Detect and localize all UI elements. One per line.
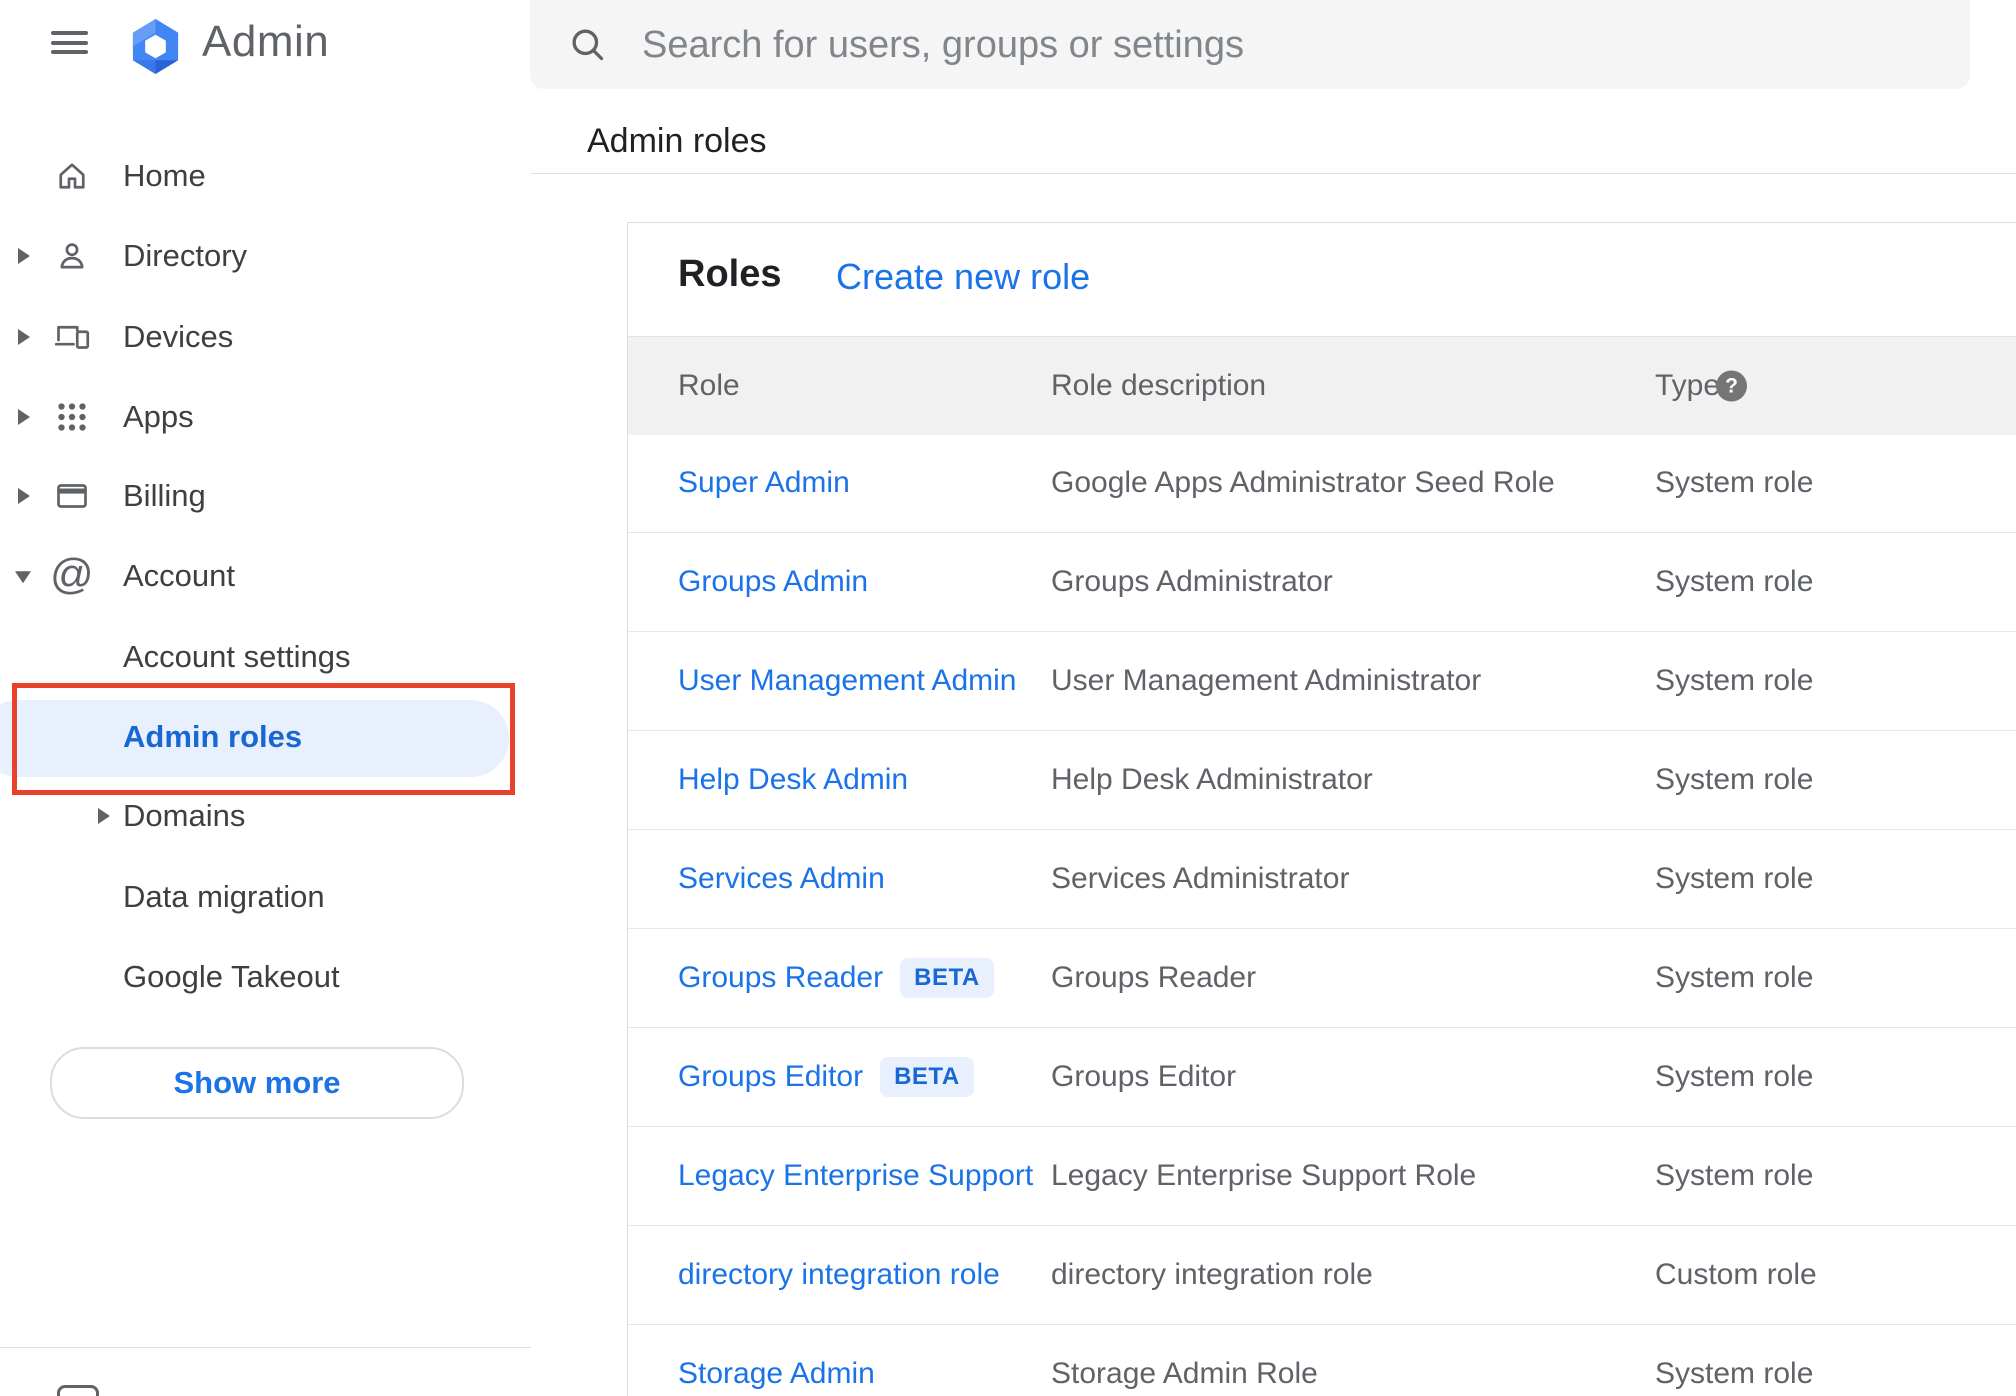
at-sign-icon: @	[50, 550, 94, 599]
table-row: Groups Editor BETA Groups Editor System …	[628, 1028, 2016, 1127]
role-description: Help Desk Administrator	[1051, 763, 1373, 796]
app-title: Admin	[202, 17, 330, 66]
roles-table-body: Super Admin Google Apps Administrator Se…	[628, 434, 2016, 1396]
table-header-row: Role Role description Type ?	[628, 336, 2016, 435]
role-link[interactable]: directory integration role	[678, 1258, 1000, 1292]
role-link[interactable]: Help Desk Admin	[678, 763, 908, 797]
role-type: Custom role	[1655, 1258, 1817, 1291]
annotation-highlight-box	[12, 683, 515, 795]
search-input[interactable]	[640, 0, 1944, 91]
role-link[interactable]: Storage Admin	[678, 1357, 875, 1391]
roles-card: Roles Create new role Role Role descript…	[627, 222, 2016, 1396]
admin-hexagon-icon	[128, 18, 183, 75]
role-description: Storage Admin Role	[1051, 1357, 1318, 1390]
chevron-right-icon[interactable]	[18, 488, 30, 504]
search-bar[interactable]	[530, 0, 1970, 91]
role-type: System role	[1655, 565, 1814, 598]
role-description: Groups Reader	[1051, 961, 1257, 994]
role-type: System role	[1655, 862, 1814, 895]
devices-icon	[54, 319, 90, 355]
sidebar-section-divider	[0, 1347, 531, 1348]
role-link[interactable]: Groups Reader	[678, 961, 883, 995]
role-link[interactable]: Services Admin	[678, 862, 885, 896]
table-row: Super Admin Google Apps Administrator Se…	[628, 434, 2016, 533]
table-row: User Management Admin User Management Ad…	[628, 632, 2016, 731]
credit-card-icon	[54, 478, 90, 514]
beta-badge: BETA	[880, 1057, 974, 1097]
role-description: Legacy Enterprise Support Role	[1051, 1159, 1477, 1192]
sidebar-item-billing[interactable]: Billing	[0, 456, 531, 536]
sidebar-item-apps[interactable]: Apps	[0, 377, 531, 457]
header-divider	[531, 173, 2016, 174]
sidebar-item-data-migration[interactable]: Data migration	[0, 857, 531, 937]
person-icon	[54, 238, 90, 274]
role-description: directory integration role	[1051, 1258, 1373, 1291]
show-more-button[interactable]: Show more	[50, 1047, 464, 1119]
beta-badge: BETA	[900, 958, 994, 998]
apps-grid-icon	[54, 399, 90, 435]
sidebar-item-account[interactable]: @ Account	[0, 536, 531, 616]
help-icon[interactable]: ?	[1716, 370, 1747, 402]
table-row: Services Admin Services Administrator Sy…	[628, 830, 2016, 929]
admin-console-page: Admin Home Directory Devices Apps Billin…	[0, 0, 2016, 1396]
table-row: Groups Reader BETA Groups Reader System …	[628, 929, 2016, 1028]
chevron-right-icon[interactable]	[18, 248, 30, 264]
role-type: System role	[1655, 961, 1814, 994]
role-type: System role	[1655, 664, 1814, 697]
role-link[interactable]: Super Admin	[678, 466, 850, 500]
sidebar-item-devices[interactable]: Devices	[0, 297, 531, 377]
table-row: Groups Admin Groups Administrator System…	[628, 533, 2016, 632]
card-title: Roles	[678, 253, 782, 295]
role-type: System role	[1655, 1159, 1814, 1192]
column-header-description: Role description	[1051, 369, 1267, 402]
clipped-nav-icon	[57, 1385, 99, 1396]
role-link[interactable]: Groups Editor	[678, 1060, 863, 1094]
breadcrumb: Admin roles	[587, 122, 767, 160]
role-link[interactable]: Legacy Enterprise Support	[678, 1159, 1033, 1193]
search-icon	[567, 24, 607, 64]
table-row: Storage Admin Storage Admin Role System …	[628, 1325, 2016, 1396]
role-description: Services Administrator	[1051, 862, 1350, 895]
role-description: User Management Administrator	[1051, 664, 1482, 697]
table-row: Help Desk Admin Help Desk Administrator …	[628, 731, 2016, 830]
table-row: Legacy Enterprise Support Legacy Enterpr…	[628, 1127, 2016, 1226]
column-header-type: Type	[1655, 369, 1721, 402]
role-description: Groups Administrator	[1051, 565, 1333, 598]
role-description: Groups Editor	[1051, 1060, 1237, 1093]
hamburger-menu-icon[interactable]	[51, 31, 88, 54]
chevron-right-icon[interactable]	[18, 329, 30, 345]
table-row: directory integration role directory int…	[628, 1226, 2016, 1325]
role-link[interactable]: Groups Admin	[678, 565, 868, 599]
chevron-right-icon[interactable]	[98, 808, 110, 824]
chevron-down-icon[interactable]	[15, 571, 31, 584]
sidebar-item-google-takeout[interactable]: Google Takeout	[0, 937, 531, 1017]
chevron-right-icon[interactable]	[18, 409, 30, 425]
role-type: System role	[1655, 1357, 1814, 1390]
role-type: System role	[1655, 466, 1814, 499]
create-new-role-link[interactable]: Create new role	[836, 256, 1090, 298]
role-type: System role	[1655, 1060, 1814, 1093]
sidebar-item-home[interactable]: Home	[0, 136, 531, 216]
role-link[interactable]: User Management Admin	[678, 664, 1017, 698]
role-type: System role	[1655, 763, 1814, 796]
role-description: Google Apps Administrator Seed Role	[1051, 466, 1555, 499]
column-header-role: Role	[678, 369, 740, 402]
home-icon	[54, 158, 90, 194]
sidebar-item-directory[interactable]: Directory	[0, 216, 531, 296]
sidebar: Admin Home Directory Devices Apps Billin…	[0, 0, 531, 1396]
